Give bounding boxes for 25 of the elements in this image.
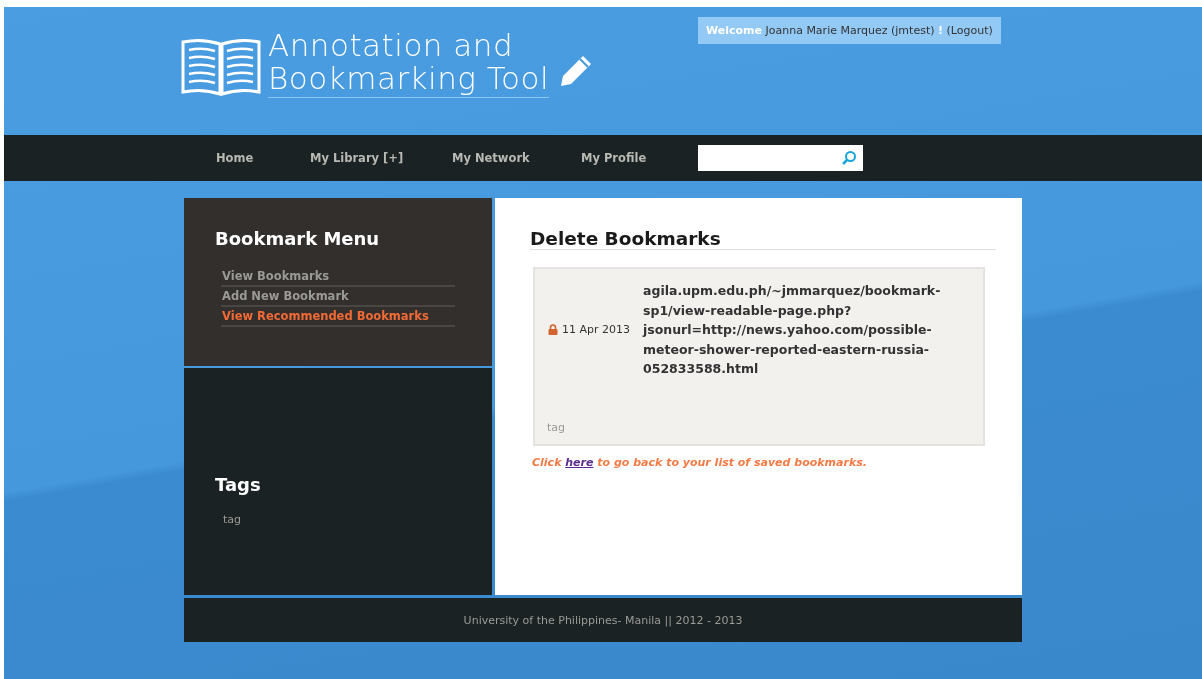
pencil-icon [559,54,593,88]
nav-link[interactable]: Home [216,151,310,165]
bookmark-date: 11 Apr 2013 [562,323,630,337]
menu-link[interactable]: Add New Bookmark [221,287,455,307]
nav-link[interactable]: My Network [452,151,581,165]
nav-link[interactable]: My Library [+] [310,151,452,165]
open-book-icon [180,36,262,98]
logout-link[interactable]: (Logout) [946,24,993,37]
bookmark-url[interactable]: agila.upm.edu.ph/~jmmarquez/bookmark-sp1/view-readable-page.php?jsonurl=http://news.yahoo.com/possible-meteor-shower-reported-eastern-russia-052833588.html [643,281,943,379]
welcome-label: Welcome [706,24,762,37]
tags-heading: Tags [215,474,262,495]
search-icon [841,150,857,166]
footer-text: University of the Philippines- Manila || 2012 - 2013 [463,613,743,627]
nav-link[interactable]: My Profile [581,151,698,165]
search-field[interactable] [698,145,863,171]
here-link[interactable]: here [565,456,594,469]
menu-link[interactable]: View Recommended Bookmarks [221,307,455,327]
exclamation: ! [938,24,944,37]
user-name: Joanna Marie Marquez (jmtest) [765,24,935,37]
back-note: Click here to go back to your list of saved bookmarks. [532,456,868,469]
app-title: Annotation and Bookmarking Tool [268,29,549,98]
tag-link[interactable]: tag [223,513,492,526]
menu-heading: Bookmark Menu [215,228,381,249]
page-heading: Delete Bookmarks [530,228,996,250]
menu-link[interactable]: View Bookmarks [221,267,455,287]
